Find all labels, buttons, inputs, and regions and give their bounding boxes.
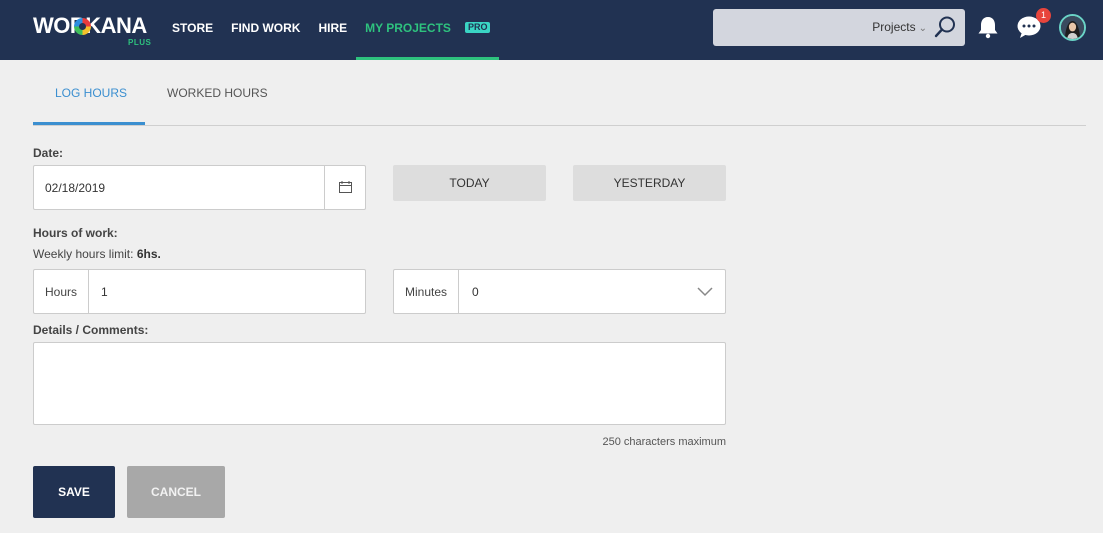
active-tab-indicator (33, 122, 145, 125)
today-button[interactable]: TODAY (393, 165, 546, 201)
minutes-value: 0 (472, 285, 479, 299)
date-value: 02/18/2019 (45, 181, 106, 195)
details-textarea[interactable] (33, 342, 726, 425)
logo-ring-icon (74, 18, 91, 35)
minutes-addon: Minutes (394, 270, 460, 313)
details-label: Details / Comments: (33, 323, 149, 337)
weekly-limit-value: 6hs. (136, 247, 161, 261)
nav-item-store[interactable]: STORE (172, 0, 213, 60)
date-field[interactable]: 02/18/2019 (33, 165, 366, 210)
hours-of-work-label: Hours of work: (33, 226, 118, 240)
chevron-down-icon: ⌄ (918, 23, 927, 34)
logo-plus-label: PLUS (128, 38, 152, 47)
nav-item-my-projects[interactable]: MY PROJECTS PRO (356, 0, 500, 60)
tabs-bar: LOG HOURS WORKED HOURS (33, 60, 1086, 126)
calendar-icon (339, 181, 352, 193)
weekly-limit-label: Weekly hours limit: (33, 247, 134, 261)
minutes-select[interactable]: Minutes 0 (393, 269, 726, 314)
save-button[interactable]: SAVE (33, 466, 115, 518)
yesterday-button[interactable]: YESTERDAY (573, 165, 726, 201)
search-icon[interactable] (933, 15, 957, 39)
top-navbar: WORKANA PLUS STORE FIND WORK HIRE MY PRO… (0, 0, 1103, 60)
avatar[interactable] (1059, 14, 1086, 41)
search-bar[interactable]: Projects ⌄ (713, 9, 965, 46)
nav-item-hire[interactable]: HIRE (318, 0, 347, 60)
workana-logo[interactable]: WORKANA PLUS (33, 12, 153, 48)
pro-badge: PRO (464, 22, 491, 34)
search-scope-label: Projects (872, 20, 916, 34)
char-limit-hint: 250 characters maximum (602, 436, 727, 448)
cancel-button[interactable]: CANCEL (127, 466, 225, 518)
notification-count-badge: 1 (1036, 8, 1051, 23)
date-label: Date: (33, 146, 64, 160)
tab-log-hours[interactable]: LOG HOURS (55, 86, 127, 100)
chevron-down-icon (697, 287, 713, 297)
avatar-image (1061, 16, 1084, 39)
tab-worked-hours[interactable]: WORKED HOURS (167, 86, 268, 100)
hours-addon: Hours (34, 270, 90, 313)
nav-item-find-work[interactable]: FIND WORK (231, 0, 300, 60)
hours-input[interactable]: Hours 1 (33, 269, 366, 314)
nav-item-my-projects-label: MY PROJECTS (365, 21, 451, 35)
bell-icon[interactable] (975, 14, 1001, 40)
calendar-button[interactable] (324, 166, 365, 209)
search-scope-select[interactable]: Projects ⌄ (872, 20, 927, 34)
hours-value: 1 (101, 285, 108, 299)
weekly-limit-text: Weekly hours limit: 6hs. (33, 247, 161, 261)
main-nav: STORE FIND WORK HIRE MY PROJECTS PRO (172, 0, 517, 60)
